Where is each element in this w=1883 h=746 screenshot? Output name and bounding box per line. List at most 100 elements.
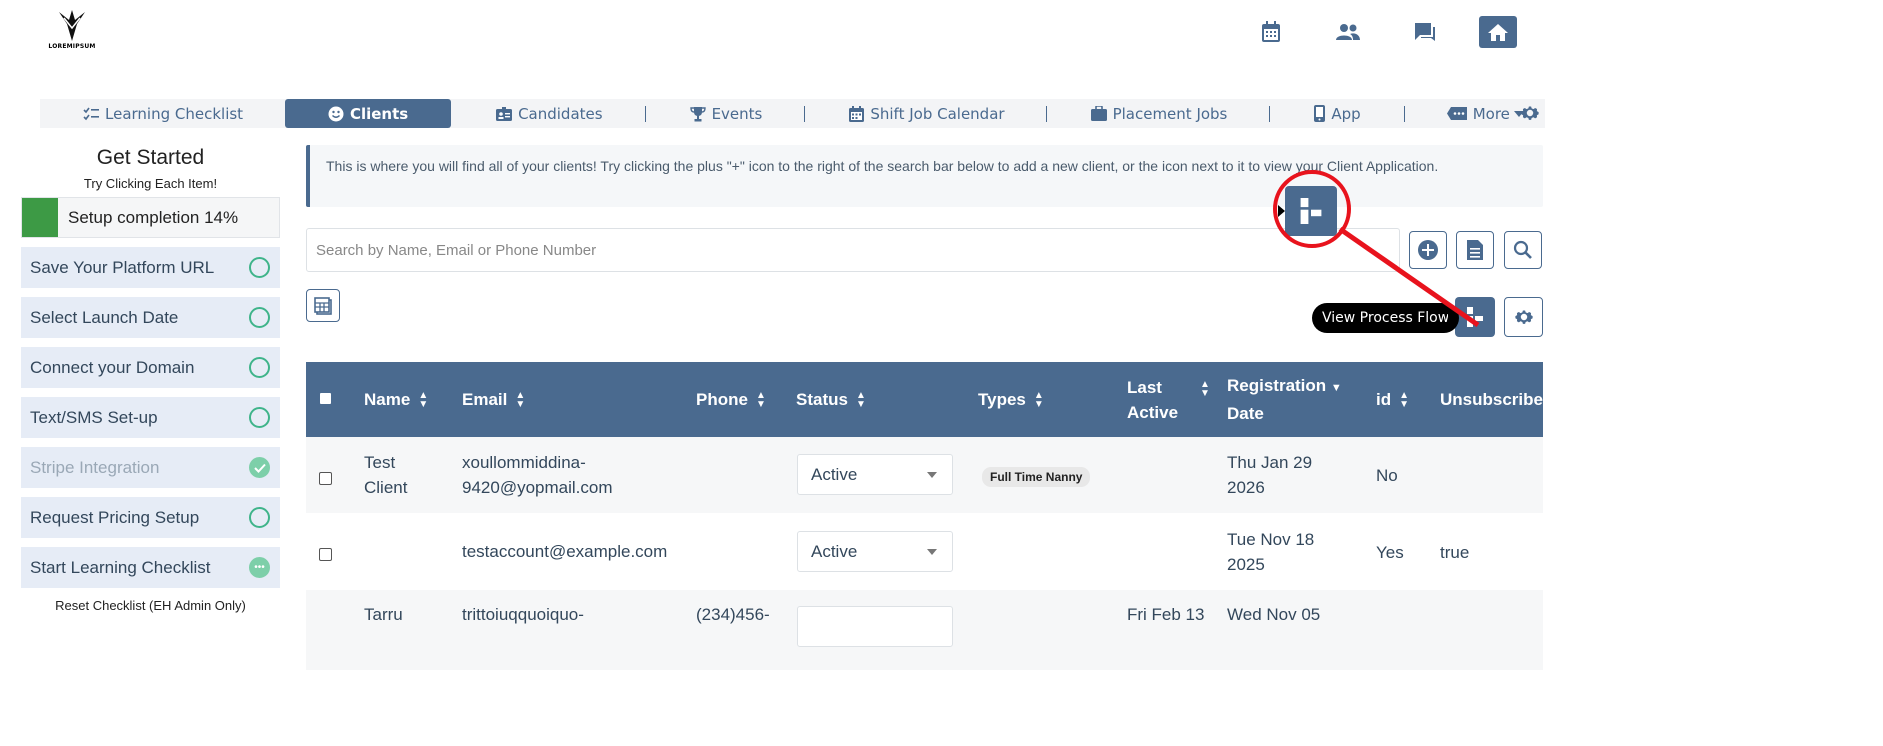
todo-circle-icon bbox=[249, 257, 270, 278]
tab-learning-checklist[interactable]: Learning Checklist bbox=[83, 99, 243, 128]
todo-circle-icon bbox=[249, 507, 270, 528]
step-start-learning-checklist[interactable]: Start Learning Checklist ••• bbox=[21, 547, 280, 588]
todo-circle-icon bbox=[249, 357, 270, 378]
tab-label: Shift Job Calendar bbox=[870, 104, 1005, 123]
column-header-registration-date[interactable]: Registration ▼ Date bbox=[1227, 362, 1342, 437]
brand-logo[interactable]: LOREMIPSUM bbox=[48, 8, 95, 56]
chevron-down-icon bbox=[927, 472, 937, 478]
cell-last-active: Fri Feb 13 bbox=[1127, 605, 1205, 624]
tooltip-view-process-flow: View Process Flow bbox=[1312, 303, 1460, 333]
table-row[interactable]: testaccount@example.com Active Tue Nov 1… bbox=[306, 513, 1543, 590]
cell-email: xoullommiddina- 9420@yopmail.com bbox=[462, 453, 613, 497]
column-header-last-active[interactable]: Last Active ▲ ▼ bbox=[1127, 362, 1210, 437]
tab-candidates[interactable]: Candidates bbox=[496, 99, 603, 128]
tab-label: App bbox=[1331, 104, 1361, 123]
step-text-sms-setup[interactable]: Text/SMS Set-up bbox=[21, 397, 280, 438]
step-label: Save Your Platform URL bbox=[30, 257, 215, 277]
search-input[interactable]: Search by Name, Email or Phone Number bbox=[306, 228, 1400, 272]
add-client-button[interactable] bbox=[1409, 231, 1447, 269]
search-icon bbox=[1513, 240, 1532, 259]
tab-events[interactable]: Events bbox=[689, 99, 762, 128]
select-all-checkbox[interactable] bbox=[320, 393, 331, 404]
nav-separator bbox=[644, 105, 646, 122]
step-save-platform-url[interactable]: Save Your Platform URL bbox=[21, 247, 280, 288]
sort-icon: ▲ ▼ bbox=[515, 389, 526, 410]
search-button[interactable] bbox=[1504, 231, 1542, 269]
table-row[interactable]: Test Client xoullommiddina- 9420@yopmail.c… bbox=[306, 437, 1543, 513]
cell-id: No bbox=[1376, 466, 1398, 485]
status-select[interactable]: Active bbox=[797, 531, 953, 572]
progress-label: Setup completion 14% bbox=[68, 207, 239, 227]
check-circle-icon bbox=[249, 457, 270, 478]
spreadsheet-button[interactable] bbox=[306, 289, 340, 322]
table-row[interactable]: Tarru trittoiuqquoiquo- (234)456- Fri Fe… bbox=[306, 590, 1543, 670]
column-header-name[interactable]: Name ▲ ▼ bbox=[364, 362, 428, 437]
tooltip-arrow bbox=[1448, 312, 1455, 324]
cell-unsubscribed: true bbox=[1440, 543, 1470, 562]
header-actions bbox=[1213, 16, 1517, 48]
row-checkbox[interactable] bbox=[319, 472, 332, 485]
table-settings-button[interactable] bbox=[1504, 297, 1543, 337]
info-banner: This is where you will find all of your … bbox=[306, 145, 1543, 207]
clients-table: Name ▲ ▼ Email ▲ ▼ Phone ▲ ▼ Status ▲ ▼ Types ▲ ▼ … bbox=[306, 362, 1543, 746]
client-application-button[interactable] bbox=[1456, 231, 1494, 269]
tab-clients[interactable]: Clients bbox=[285, 99, 452, 128]
sort-icon: ▲ ▼ bbox=[1200, 378, 1210, 399]
sort-desc-icon: ▼ bbox=[1330, 382, 1342, 394]
smile-icon bbox=[328, 106, 344, 122]
mobile-icon bbox=[1314, 105, 1326, 122]
tab-placement-jobs[interactable]: Placement Jobs bbox=[1090, 99, 1227, 128]
chat-icon[interactable] bbox=[1406, 16, 1444, 48]
people-icon[interactable] bbox=[1329, 16, 1367, 48]
sidebar-subtitle: Try Clicking Each Item! bbox=[83, 176, 218, 191]
view-process-flow-button[interactable] bbox=[1455, 297, 1495, 337]
nav-separator bbox=[804, 105, 806, 122]
step-label: Stripe Integration bbox=[30, 457, 160, 477]
step-connect-domain[interactable]: Connect your Domain bbox=[21, 347, 280, 388]
cell-name: Test Client bbox=[364, 453, 408, 497]
setup-progress: Setup completion 14% bbox=[21, 197, 280, 238]
row-checkbox[interactable] bbox=[319, 548, 332, 561]
get-started-sidebar: Get Started Try Clicking Each Item! Setu… bbox=[21, 140, 280, 613]
id-badge-icon bbox=[496, 106, 513, 121]
home-icon bbox=[1488, 23, 1508, 41]
briefcase-icon bbox=[1090, 106, 1107, 121]
step-label: Connect your Domain bbox=[30, 357, 195, 377]
column-header-id[interactable]: id ▲ ▼ bbox=[1376, 362, 1409, 437]
step-label: Request Pricing Setup bbox=[30, 507, 200, 527]
column-header-phone[interactable]: Phone ▲ ▼ bbox=[696, 362, 766, 437]
logo-mark bbox=[59, 10, 85, 41]
nav-separator bbox=[1269, 105, 1271, 122]
column-header-email[interactable]: Email ▲ ▼ bbox=[462, 362, 525, 437]
gear-icon[interactable] bbox=[1519, 102, 1541, 128]
step-label: Text/SMS Set-up bbox=[30, 407, 158, 427]
type-tag: Full Time Nanny bbox=[982, 467, 1091, 487]
status-select[interactable]: Active bbox=[797, 454, 953, 495]
step-select-launch-date[interactable]: Select Launch Date bbox=[21, 297, 280, 338]
column-header-status[interactable]: Status ▲ ▼ bbox=[796, 362, 866, 437]
status-select[interactable] bbox=[797, 606, 953, 647]
column-header-types[interactable]: Types ▲ ▼ bbox=[978, 362, 1044, 437]
cell-name: Tarru bbox=[364, 605, 403, 624]
table-header: Name ▲ ▼ Email ▲ ▼ Phone ▲ ▼ Status ▲ ▼ Types ▲ ▼ … bbox=[306, 362, 1543, 437]
cell-email: trittoiuqquoiquo- bbox=[462, 605, 584, 624]
trophy-icon bbox=[689, 106, 706, 122]
tab-shift-job-calendar[interactable]: Shift Job Calendar bbox=[849, 99, 1005, 128]
checklist-icon bbox=[83, 107, 99, 121]
calendar-icon[interactable] bbox=[1252, 16, 1290, 48]
calendar-icon bbox=[849, 105, 865, 122]
tag-icon bbox=[1446, 107, 1467, 120]
reset-checklist-link[interactable]: Reset Checklist (EH Admin Only) bbox=[21, 598, 280, 613]
home-button[interactable] bbox=[1479, 16, 1517, 48]
step-request-pricing-setup[interactable]: Request Pricing Setup bbox=[21, 497, 280, 538]
tab-label: Clients bbox=[349, 104, 409, 123]
todo-circle-icon bbox=[249, 407, 270, 428]
process-flow-icon bbox=[1467, 307, 1483, 327]
step-label: Start Learning Checklist bbox=[30, 557, 211, 577]
sort-icon: ▲ ▼ bbox=[755, 389, 766, 410]
column-header-unsubscribed[interactable]: Unsubscribed bbox=[1440, 362, 1543, 437]
tab-more[interactable]: More bbox=[1446, 99, 1524, 128]
step-stripe-integration[interactable]: Stripe Integration bbox=[21, 447, 280, 488]
tab-app[interactable]: App bbox=[1314, 99, 1361, 128]
sort-icon: ▲ ▼ bbox=[1033, 389, 1044, 410]
